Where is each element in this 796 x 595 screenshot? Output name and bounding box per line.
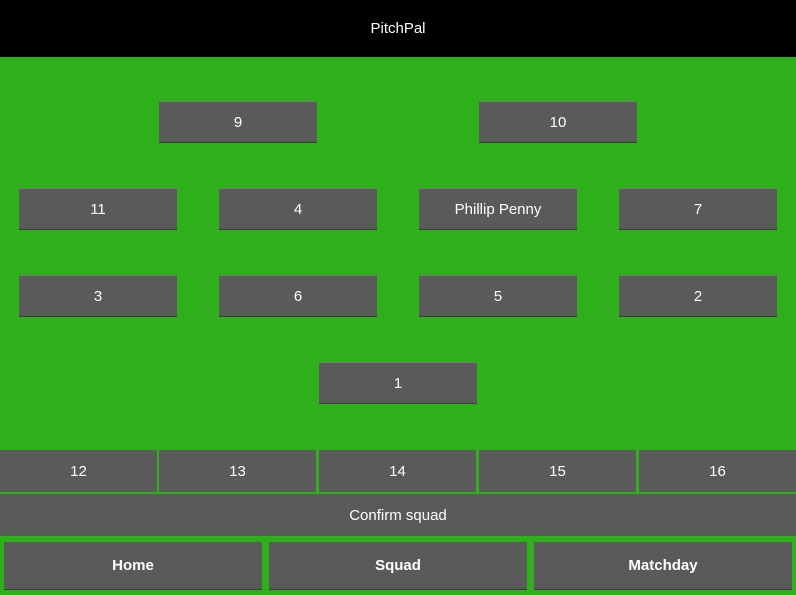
app-header: PitchPal — [0, 0, 796, 57]
bench-slot-15[interactable]: 15 — [479, 450, 636, 492]
pitch: 9 10 11 4 Phillip Penny 7 3 6 5 2 1 — [0, 57, 796, 449]
position-slot-4[interactable]: 4 — [219, 188, 377, 230]
nav-matchday-button[interactable]: Matchday — [534, 542, 792, 590]
position-slot-1[interactable]: 1 — [319, 362, 477, 404]
position-slot-2[interactable]: 2 — [619, 275, 777, 317]
bench-slot-16[interactable]: 16 — [639, 450, 796, 492]
nav-squad-button[interactable]: Squad — [269, 542, 527, 590]
position-slot-3[interactable]: 3 — [19, 275, 177, 317]
bottom-nav: Home Squad Matchday — [0, 536, 796, 595]
position-slot-9[interactable]: 9 — [159, 101, 317, 143]
nav-home-button[interactable]: Home — [4, 542, 262, 590]
app: PitchPal 9 10 11 4 Phillip Penny 7 3 6 5… — [0, 0, 796, 595]
bench-slot-14[interactable]: 14 — [319, 450, 476, 492]
bench: 12 13 14 15 16 — [0, 449, 796, 493]
app-title: PitchPal — [370, 20, 426, 37]
position-slot-11[interactable]: 11 — [19, 188, 177, 230]
confirm-squad-button[interactable]: Confirm squad — [0, 494, 796, 536]
bench-slot-13[interactable]: 13 — [159, 450, 316, 492]
bench-slot-12[interactable]: 12 — [0, 450, 157, 492]
position-slot-5[interactable]: 5 — [419, 275, 577, 317]
position-slot-7[interactable]: 7 — [619, 188, 777, 230]
position-slot-6[interactable]: 6 — [219, 275, 377, 317]
position-slot-10[interactable]: 10 — [479, 101, 637, 143]
position-slot-8-assigned[interactable]: Phillip Penny — [419, 188, 577, 230]
